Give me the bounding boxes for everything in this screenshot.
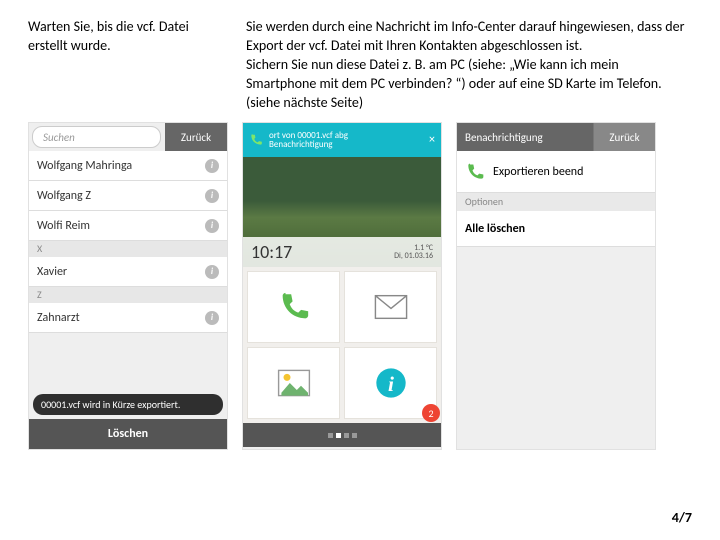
info-icon[interactable]: i — [205, 265, 219, 279]
delete-button[interactable]: Löschen — [29, 419, 227, 449]
caption-left: Warten Sie, bis die vcf. Datei erstellt … — [28, 18, 228, 56]
contact-row[interactable]: Wolfgang Zi — [29, 181, 227, 211]
section-header: X — [29, 241, 227, 257]
options-label: Optionen — [457, 193, 655, 211]
screen-title: Benachrichtigung — [457, 123, 593, 151]
phone-icon — [465, 162, 485, 182]
page-number: 4/7 — [672, 509, 692, 526]
search-input[interactable]: Suchen — [32, 126, 161, 148]
info-icon[interactable]: i — [205, 159, 219, 173]
badge-count: 2 — [422, 404, 440, 422]
tile-phone[interactable] — [247, 271, 340, 343]
screenshot-contacts: Suchen Zurück Wolfgang Mahringai Wolfgan… — [28, 122, 228, 450]
contact-row[interactable]: Wolfgang Mahringai — [29, 151, 227, 181]
clock: 10:17 — [251, 241, 292, 263]
tile-info[interactable]: i 2 — [344, 347, 437, 419]
svg-text:i: i — [388, 372, 394, 396]
contact-row[interactable]: Xavieri — [29, 257, 227, 287]
info-icon[interactable]: i — [205, 189, 219, 203]
close-icon[interactable]: × — [429, 133, 435, 147]
contact-row[interactable]: Zahnarzti — [29, 303, 227, 333]
info-icon[interactable]: i — [205, 311, 219, 325]
phone-icon — [277, 290, 311, 324]
wallpaper: 10:17 1.1 °CDi, 01.03.16 — [243, 157, 441, 267]
envelope-icon — [374, 294, 408, 320]
back-button[interactable]: Zurück — [593, 123, 655, 151]
screenshot-home: ort von 00001.vcf abgBenachrichtigung × … — [242, 122, 442, 450]
notification-item[interactable]: Exportieren beend — [457, 151, 655, 193]
picture-icon — [277, 369, 311, 397]
weather: 1.1 °CDi, 01.03.16 — [394, 244, 433, 262]
notification-banner[interactable]: ort von 00001.vcf abgBenachrichtigung × — [243, 123, 441, 157]
info-icon[interactable]: i — [205, 219, 219, 233]
screenshot-notifications: Benachrichtigung Zurück Exportieren been… — [456, 122, 656, 450]
tile-mail[interactable] — [344, 271, 437, 343]
toast-message: 00001.vcf wird in Kürze exportiert. — [33, 394, 223, 415]
back-button[interactable]: Zurück — [165, 123, 227, 151]
contact-row[interactable]: Wolfi Reimi — [29, 211, 227, 241]
caption-right: Sie werden durch eine Nachricht im Info-… — [246, 18, 692, 112]
tile-gallery[interactable] — [247, 347, 340, 419]
phone-icon — [249, 133, 263, 147]
page-indicator — [243, 423, 441, 447]
info-icon: i — [375, 367, 407, 399]
clear-all-button[interactable]: Alle löschen — [457, 211, 655, 247]
section-header: Z — [29, 287, 227, 303]
